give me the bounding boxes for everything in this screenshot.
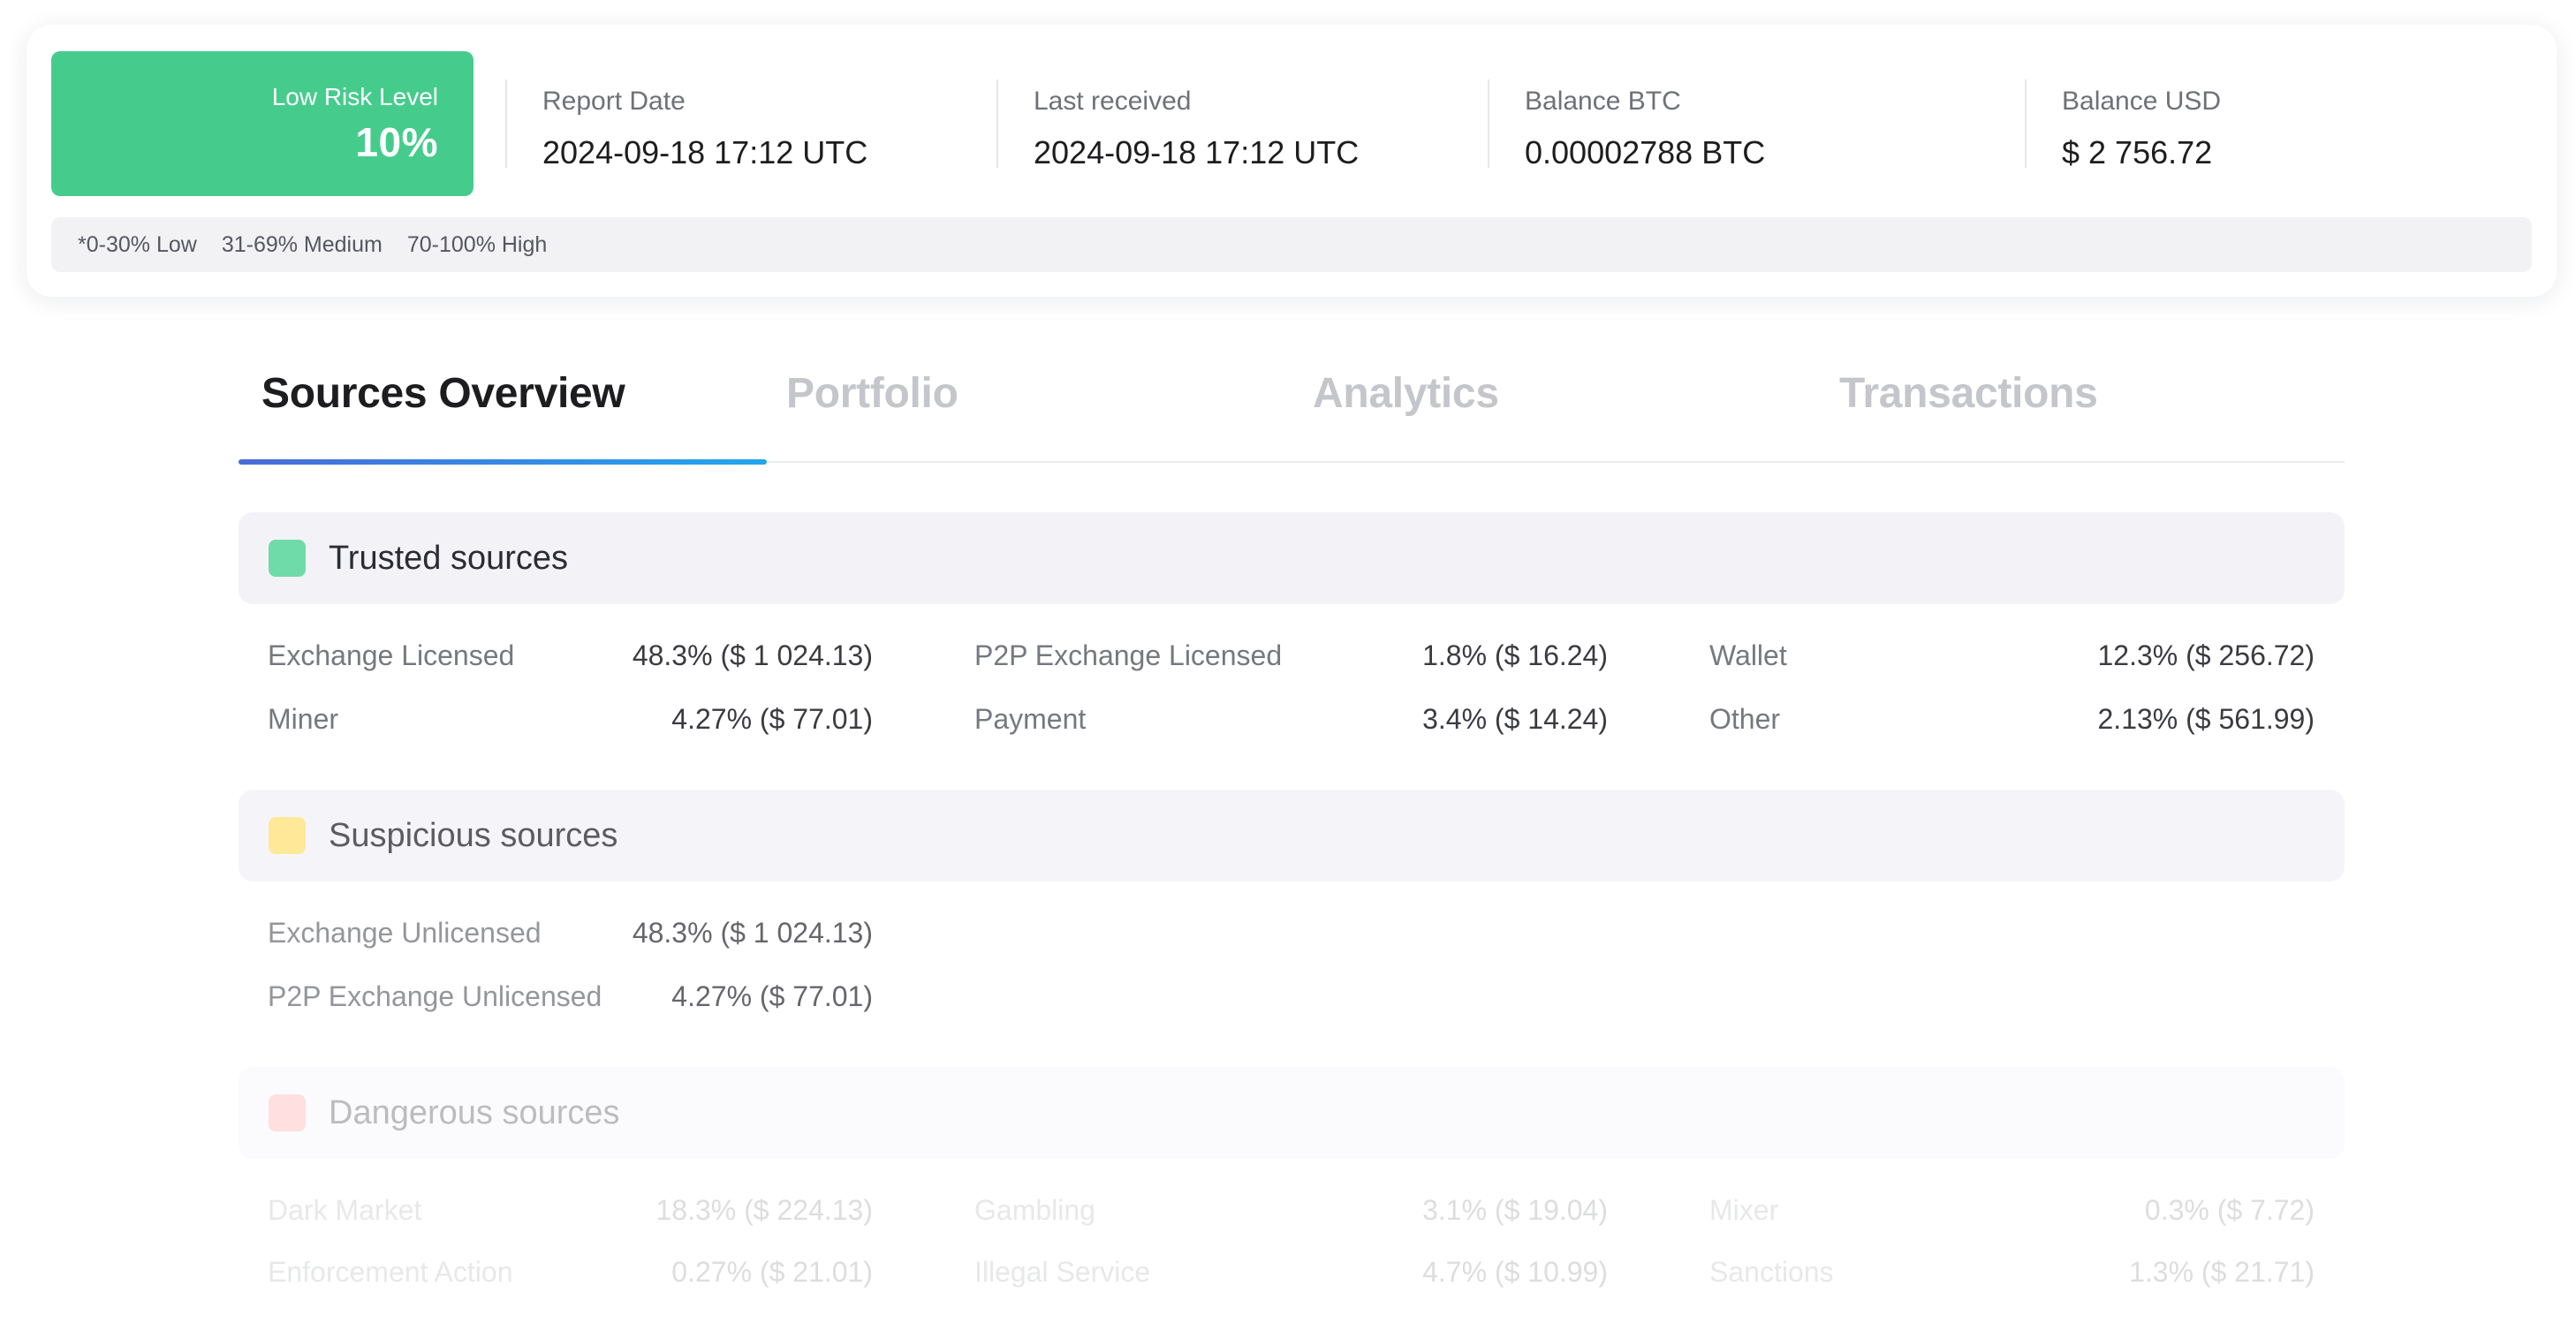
source-label: Other [1709, 703, 1781, 735]
source-label: Miner [268, 703, 339, 735]
legend-high: 70-100% High [406, 231, 548, 257]
source-value: 18.3% ($ 224.13) [655, 1194, 874, 1226]
report-page: Low Risk Level 10% Report Date 2024-09-1… [0, 0, 2576, 1324]
source-value: 48.3% ($ 1 024.13) [632, 917, 873, 949]
trusted-color-swatch [269, 540, 306, 577]
active-tab-indicator [239, 459, 767, 465]
dangerous-sources-header[interactable]: Dangerous sources [239, 1067, 2345, 1159]
source-value: 48.3% ($ 1 024.13) [632, 639, 873, 671]
source-value: 0.3% ($ 7.72) [2144, 1194, 2315, 1226]
trusted-sources-title: Trusted sources [329, 539, 569, 577]
balance-btc-stat: Balance BTC 0.00002788 BTC [1488, 79, 1766, 170]
source-label: Exchange Unlicensed [268, 917, 542, 949]
risk-level-badge: Low Risk Level 10% [51, 51, 474, 196]
report-date-stat: Report Date 2024-09-18 17:12 UTC [505, 79, 868, 170]
tab-portfolio[interactable]: Portfolio [786, 369, 958, 418]
balance-usd-label: Balance USD [2062, 87, 2222, 116]
source-label: Gambling [974, 1194, 1095, 1226]
last-received-stat: Last received 2024-09-18 17:12 UTC [996, 79, 1360, 170]
source-label: Sanctions [1709, 1256, 1834, 1288]
balance-usd-value: $ 2 756.72 [2062, 134, 2213, 170]
source-value: 4.7% ($ 10.99) [1422, 1256, 1608, 1288]
source-label: Exchange Licensed [268, 639, 515, 671]
balance-btc-label: Balance BTC [1525, 87, 1681, 116]
source-value: 12.3% ($ 256.72) [2097, 639, 2315, 671]
report-date-label: Report Date [542, 87, 686, 116]
suspicious-sources-header[interactable]: Suspicious sources [239, 790, 2345, 881]
suspicious-color-swatch [269, 817, 306, 854]
risk-level-label: Low Risk Level [271, 83, 438, 110]
balance-btc-value: 0.00002788 BTC [1525, 134, 1766, 170]
summary-card: Low Risk Level 10% Report Date 2024-09-1… [27, 25, 2557, 297]
suspicious-sources-title: Suspicious sources [329, 816, 618, 854]
legend-medium: 31-69% Medium [221, 231, 383, 257]
risk-scale-legend: *0-30% Low 31-69% Medium 70-100% High [51, 217, 2532, 272]
source-value: 4.27% ($ 77.01) [671, 980, 873, 1012]
source-value: 4.27% ($ 77.01) [671, 703, 873, 735]
source-label: Wallet [1709, 639, 1787, 671]
last-received-value: 2024-09-18 17:12 UTC [1034, 134, 1360, 170]
source-label: Illegal Service [974, 1256, 1151, 1288]
source-label: P2P Exchange Unlicensed [268, 980, 602, 1012]
tab-transactions[interactable]: Transactions [1839, 369, 2098, 418]
source-label: Mixer [1709, 1194, 1779, 1226]
report-date-value: 2024-09-18 17:12 UTC [542, 134, 868, 170]
source-value: 2.13% ($ 561.99) [2097, 703, 2315, 735]
source-value: 3.4% ($ 14.24) [1422, 703, 1608, 735]
source-value: 1.8% ($ 16.24) [1422, 639, 1608, 671]
source-label: P2P Exchange Licensed [974, 639, 1283, 671]
dangerous-color-swatch [269, 1094, 306, 1131]
source-label: Payment [974, 703, 1087, 735]
source-label: Enforcement Action [268, 1256, 513, 1288]
tab-analytics[interactable]: Analytics [1313, 369, 1499, 418]
last-received-label: Last received [1034, 87, 1192, 116]
legend-low: *0-30% Low [78, 231, 197, 257]
balance-usd-stat: Balance USD $ 2 756.72 [2025, 79, 2222, 170]
tab-bar: Sources Overview Portfolio Analytics Tra… [239, 344, 2345, 465]
source-label: Dark Market [268, 1194, 422, 1226]
source-value: 3.1% ($ 19.04) [1422, 1194, 1608, 1226]
source-value: 1.3% ($ 21.71) [2129, 1256, 2315, 1288]
trusted-sources-header[interactable]: Trusted sources [239, 512, 2345, 604]
risk-level-value: 10% [355, 119, 438, 165]
dangerous-sources-title: Dangerous sources [329, 1093, 620, 1131]
source-value: 0.27% ($ 21.01) [671, 1256, 873, 1288]
tab-sources-overview[interactable]: Sources Overview [261, 369, 625, 418]
